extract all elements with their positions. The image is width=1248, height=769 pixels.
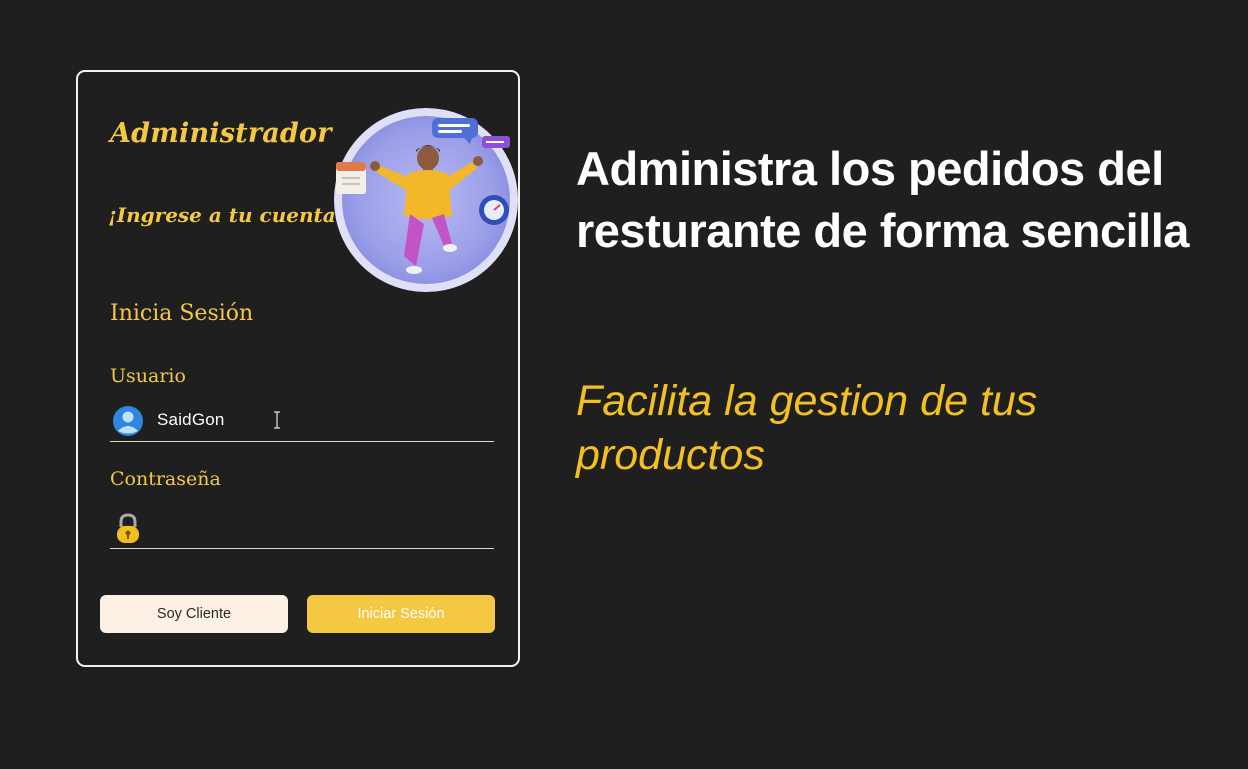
login-button[interactable]: Iniciar Sesión [307, 595, 495, 633]
password-label: Contraseña [110, 468, 221, 490]
client-button[interactable]: Soy Cliente [100, 595, 288, 633]
text-cursor-icon [274, 411, 280, 429]
username-value[interactable]: SaidGon [157, 410, 225, 430]
card-title: Administrador [110, 118, 332, 149]
username-field[interactable]: SaidGon [110, 401, 494, 442]
person-floating-illustration [334, 108, 518, 292]
hero-headline: Administra los pedidos del resturante de… [576, 142, 1189, 257]
card-subtitle: ¡Ingrese a tu cuenta! [108, 203, 345, 227]
padlock-icon [117, 513, 139, 543]
hero-tagline: Facilita la gestion de tus productos [576, 377, 1038, 479]
section-title: Inicia Sesión [110, 301, 254, 326]
username-label: Usuario [110, 365, 186, 387]
login-page: Administrador ¡Ingrese a tu cuenta! Inic… [0, 0, 1248, 769]
password-field[interactable] [110, 508, 494, 549]
user-avatar-icon [113, 406, 143, 436]
login-card: Administrador ¡Ingrese a tu cuenta! Inic… [76, 70, 520, 667]
